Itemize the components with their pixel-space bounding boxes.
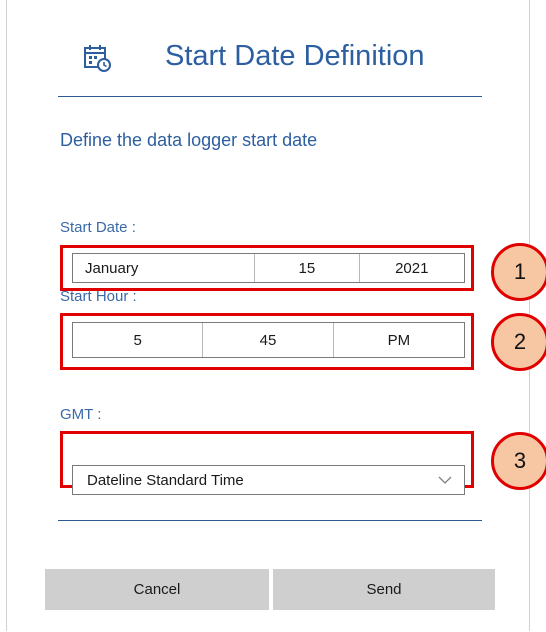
start-hour-label: Start Hour :: [60, 288, 137, 305]
chevron-down-icon: [438, 476, 452, 484]
page-title: Start Date Definition: [165, 40, 425, 72]
callout-badge-2: 2: [491, 313, 546, 371]
callout-badge-1: 1: [491, 243, 546, 301]
start-date-label: Start Date :: [60, 219, 136, 236]
header-divider: [58, 96, 482, 97]
start-hour-period-field[interactable]: PM: [334, 323, 464, 357]
callout-badge-3: 3: [491, 432, 546, 490]
footer-divider: [58, 520, 482, 521]
gmt-select[interactable]: Dateline Standard Time: [72, 465, 465, 495]
start-hour-field: 5 45 PM: [72, 322, 465, 358]
start-hour-minute-field[interactable]: 45: [203, 323, 334, 357]
start-date-field: January 15 2021: [72, 253, 465, 283]
gmt-label: GMT :: [60, 406, 102, 423]
gmt-selected-value: Dateline Standard Time: [87, 471, 244, 489]
cancel-button[interactable]: Cancel: [45, 569, 269, 610]
send-button[interactable]: Send: [273, 569, 495, 610]
calendar-clock-icon: [84, 45, 111, 72]
start-date-month-field[interactable]: January: [73, 254, 256, 282]
start-date-day-field[interactable]: 15: [255, 254, 360, 282]
start-hour-hour-field[interactable]: 5: [73, 323, 204, 357]
page-subtitle: Define the data logger start date: [60, 130, 318, 150]
start-date-year-field[interactable]: 2021: [360, 254, 464, 282]
